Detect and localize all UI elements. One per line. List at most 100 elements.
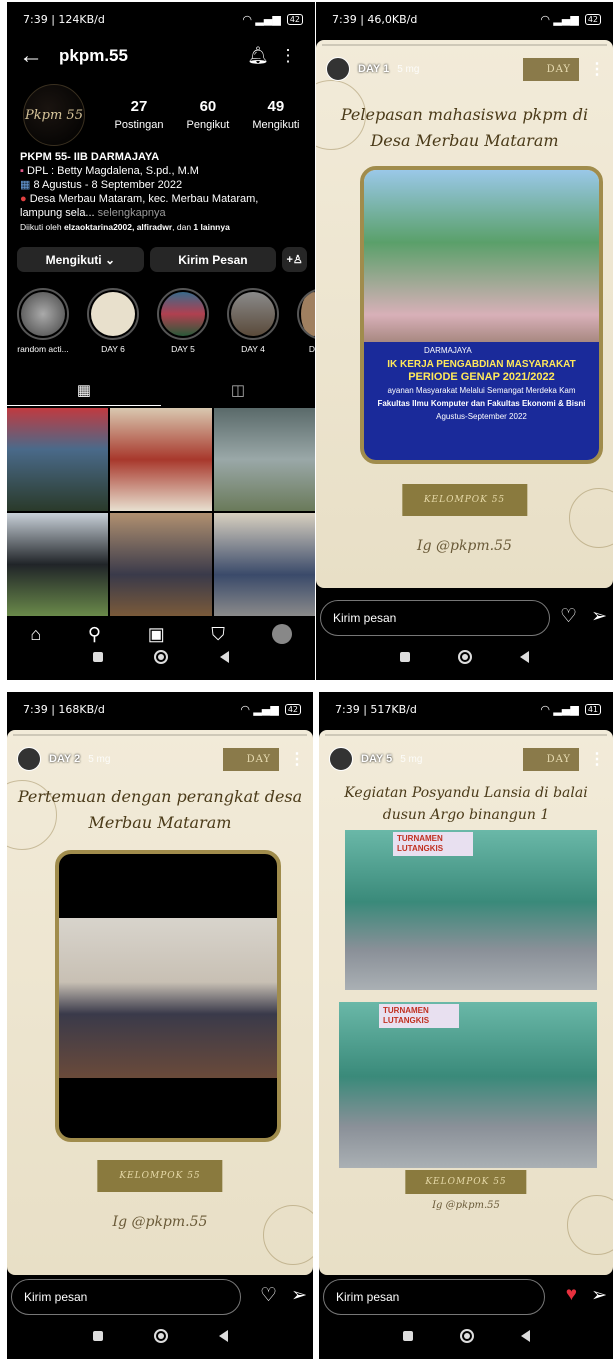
- story-highlights: random acti... DAY 6 DAY 5 DAY 4 D: [7, 288, 315, 354]
- system-nav-bar: [7, 1313, 313, 1359]
- back-button-icon[interactable]: [218, 1330, 228, 1342]
- back-button-icon[interactable]: [520, 1330, 530, 1342]
- post-grid: [7, 408, 315, 616]
- send-message-input[interactable]: Kirim pesan: [323, 1279, 545, 1315]
- send-message-button[interactable]: Kirim Pesan: [149, 247, 277, 272]
- recent-apps-icon[interactable]: [400, 652, 410, 662]
- highlight-item[interactable]: D: [297, 288, 315, 354]
- story-more-icon[interactable]: ⋮: [589, 749, 605, 769]
- story-progress-bar: [322, 44, 607, 46]
- followers-stat[interactable]: 60 Pengikut: [187, 98, 230, 133]
- signature-text: Ig @pkpm.55: [432, 1200, 500, 1211]
- highlight-item[interactable]: DAY 6: [87, 288, 139, 354]
- story-photo-frame: [55, 850, 281, 1142]
- story-progress-bar: [325, 734, 607, 736]
- bell-icon[interactable]: 🔔︎: [243, 46, 273, 66]
- story-avatar[interactable]: [329, 747, 353, 771]
- tagged-tab-icon[interactable]: ◫: [161, 374, 315, 406]
- grid-tab-icon[interactable]: ▦: [7, 374, 161, 406]
- posyandu-photo-2: TURNAMEN LUTANGKIS: [339, 1002, 597, 1168]
- kelompok-label: KELOMPOK 55: [405, 1170, 527, 1194]
- profile-screen: 7:39 | 124KB/d ◠ ▂▄▆ 42 ← pkpm.55 🔔︎ ⋮ Pkp…: [7, 2, 315, 680]
- program-banner: DARMAJAYA IK KERJA PENGABDIAN MASYARAKAT…: [364, 342, 599, 460]
- following-button[interactable]: Mengikuti ⌄: [17, 247, 144, 272]
- status-bar: 7:39 | 168KB/d ◠ ▂▄▆ 42: [7, 692, 313, 726]
- highlight-item[interactable]: DAY 5: [157, 288, 209, 354]
- back-arrow-icon[interactable]: ←: [19, 42, 59, 70]
- heart-icon[interactable]: ♡: [560, 605, 577, 628]
- system-nav-bar: [319, 1313, 613, 1359]
- recent-apps-icon[interactable]: [92, 1331, 103, 1341]
- post-thumbnail[interactable]: [213, 513, 315, 616]
- story-actions: ♡ ➢: [260, 1284, 307, 1307]
- recent-apps-icon[interactable]: [402, 1331, 413, 1341]
- home-button-icon[interactable]: [459, 1329, 474, 1343]
- story-title: Kegiatan Posyandu Lansia di balai dusun …: [344, 785, 588, 823]
- story-actions: ♡ ➢: [560, 605, 607, 628]
- posyandu-photo-1: TURNAMEN LUTANGKIS: [345, 830, 597, 990]
- post-thumbnail[interactable]: [110, 513, 212, 616]
- avatar[interactable]: Pkpm 55: [23, 84, 85, 146]
- recent-apps-icon[interactable]: [92, 652, 103, 662]
- story-more-icon[interactable]: ⋮: [289, 749, 305, 769]
- day-banner: DAY: [222, 747, 279, 771]
- status-bar: 7:39 | 517KB/d ◠ ▂▄▆ 41: [319, 692, 613, 726]
- story-card[interactable]: DAY 2 5 mg DAY ⋮ Pertemuan dengan perang…: [7, 730, 313, 1275]
- story-card[interactable]: DAY 5 5 mg DAY ⋮ Kegiatan Posyandu Lansi…: [319, 730, 613, 1275]
- story-screen-day2: 7:39 | 168KB/d ◠ ▂▄▆ 42 DAY 2 5 mg DAY ⋮ P…: [7, 692, 313, 1359]
- story-header: DAY 1 5 mg DAY ⋮: [326, 54, 605, 84]
- home-button-icon[interactable]: [154, 650, 169, 664]
- story-screen-day1: 7:39 | 46,0KB/d ◠ ▂▄▆ 42 DAY 1 5 mg DAY ⋮ …: [316, 2, 613, 680]
- calendar-icon: ▦: [20, 179, 31, 191]
- posts-stat[interactable]: 27 Postingan: [115, 98, 164, 133]
- story-avatar[interactable]: [17, 747, 41, 771]
- profile-stats: 27 Postingan 60 Pengikut 49 Mengikuti: [103, 98, 311, 133]
- status-bar: 7:39 | 46,0KB/d ◠ ▂▄▆ 42: [316, 2, 613, 36]
- profile-bio: PKPM 55- IIB DARMAJAYA ▪ DPL : Betty Mag…: [20, 150, 309, 234]
- day-banner: DAY: [522, 57, 579, 81]
- story-title: Pelepasan mahasiswa pkpm di Desa Merbau …: [340, 105, 589, 150]
- home-button-icon[interactable]: [153, 1329, 168, 1343]
- send-icon[interactable]: ➢: [591, 605, 607, 628]
- send-icon[interactable]: ➢: [591, 1284, 607, 1307]
- post-thumbnail[interactable]: [7, 408, 109, 511]
- system-nav-bar: [7, 634, 315, 680]
- story-more-icon[interactable]: ⋮: [589, 59, 605, 79]
- home-button-icon[interactable]: [458, 650, 472, 664]
- send-message-input[interactable]: Kirim pesan: [11, 1279, 241, 1315]
- story-screen-day5: 7:39 | 517KB/d ◠ ▂▄▆ 41 DAY 5 5 mg DAY ⋮ K…: [319, 692, 613, 1359]
- post-thumbnail[interactable]: [213, 408, 315, 511]
- profile-actions: Mengikuti ⌄ Kirim Pesan +♙: [17, 247, 308, 272]
- signature-text: Ig @pkpm.55: [112, 1214, 208, 1230]
- post-thumbnail[interactable]: [7, 513, 109, 616]
- pin-icon: ▪: [20, 165, 24, 177]
- post-thumbnail[interactable]: [110, 408, 212, 511]
- kelompok-label: KELOMPOK 55: [401, 484, 528, 516]
- add-person-icon[interactable]: +♙: [282, 247, 308, 272]
- followed-by-text[interactable]: Diikuti oleh elzaoktarina2002, alfiradwr…: [20, 220, 309, 234]
- heart-filled-icon[interactable]: ♥: [566, 1284, 577, 1307]
- more-options-icon[interactable]: ⋮: [273, 46, 303, 66]
- profile-tabs: ▦ ◫: [7, 374, 315, 406]
- story-header: DAY 5 5 mg DAY ⋮: [329, 744, 605, 774]
- meeting-photo: [59, 918, 277, 1078]
- heart-icon[interactable]: ♡: [260, 1284, 277, 1307]
- following-stat[interactable]: 49 Mengikuti: [252, 98, 299, 133]
- system-nav-bar: [316, 634, 613, 680]
- story-photo-frame: DARMAJAYA IK KERJA PENGABDIAN MASYARAKAT…: [360, 166, 603, 464]
- story-avatar[interactable]: [326, 57, 350, 81]
- profile-username: pkpm.55: [59, 46, 128, 65]
- back-button-icon[interactable]: [220, 651, 230, 663]
- send-message-input[interactable]: Kirim pesan: [320, 600, 550, 636]
- send-icon[interactable]: ➢: [291, 1284, 307, 1307]
- story-card[interactable]: DAY 1 5 mg DAY ⋮ Pelepasan mahasiswa pkp…: [316, 40, 613, 588]
- highlight-item[interactable]: random acti...: [17, 288, 69, 354]
- kelompok-label: KELOMPOK 55: [97, 1160, 223, 1192]
- see-more-link[interactable]: selengkapnya: [98, 207, 166, 219]
- location-pin-icon: ●: [20, 193, 27, 205]
- story-title: Pertemuan dengan perangkat desa Merbau M…: [17, 787, 303, 832]
- status-bar: 7:39 | 124KB/d ◠ ▂▄▆ 42: [7, 2, 315, 36]
- profile-header: ← pkpm.55 🔔︎ ⋮: [7, 38, 315, 74]
- back-button-icon[interactable]: [520, 651, 529, 663]
- highlight-item[interactable]: DAY 4: [227, 288, 279, 354]
